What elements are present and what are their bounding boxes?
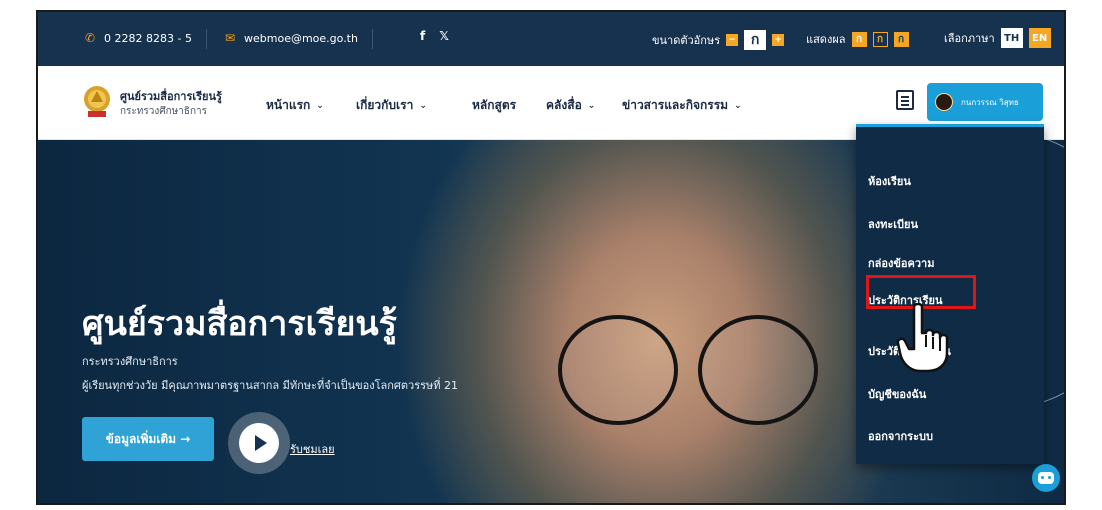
language-label: เลือกภาษา bbox=[944, 32, 995, 45]
font-increase-button[interactable]: + bbox=[772, 34, 785, 46]
document-icon[interactable] bbox=[896, 90, 914, 110]
chatbot-button[interactable] bbox=[1032, 464, 1060, 492]
robot-icon bbox=[1038, 472, 1054, 484]
font-normal-button[interactable]: ก bbox=[744, 30, 767, 50]
language-selector: เลือกภาษา TH EN bbox=[944, 28, 1051, 48]
font-size-control: ขนาดตัวอักษร − ก + bbox=[652, 30, 785, 50]
nav-news-label: ข่าวสารและกิจกรรม bbox=[622, 98, 729, 112]
menu-item-register[interactable]: ลงทะเบียน bbox=[868, 215, 918, 233]
email-contact[interactable]: ✉ webmoe@moe.go.th bbox=[222, 30, 358, 46]
nav-media-library[interactable]: คลังสื่อ ⌄ bbox=[546, 96, 595, 115]
nav-about-label: เกี่ยวกับเรา bbox=[356, 98, 414, 112]
chevron-down-icon: ⌄ bbox=[734, 100, 742, 111]
display-contrast-3-button[interactable]: ก bbox=[893, 31, 909, 47]
nav-curriculum-label: หลักสูตร bbox=[472, 98, 517, 112]
menu-item-logout[interactable]: ออกจากระบบ bbox=[868, 427, 933, 445]
user-menu-button[interactable]: กนกวรรณ วิสุทธ bbox=[927, 83, 1043, 121]
social-links: f 𝕏 bbox=[420, 29, 449, 43]
avatar bbox=[935, 93, 953, 111]
nav-about[interactable]: เกี่ยวกับเรา ⌄ bbox=[356, 96, 427, 115]
email-address: webmoe@moe.go.th bbox=[244, 31, 358, 45]
hero-image-glasses bbox=[698, 315, 818, 425]
facebook-icon[interactable]: f bbox=[420, 29, 425, 43]
menu-item-my-account[interactable]: บัญชีของฉัน bbox=[868, 385, 926, 403]
menu-item-inbox[interactable]: กล่องข้อความ bbox=[868, 254, 934, 272]
nav-curriculum[interactable]: หลักสูตร bbox=[472, 96, 516, 115]
display-label: แสดงผล bbox=[806, 33, 846, 46]
chevron-down-icon: ⌄ bbox=[316, 100, 324, 111]
phone-number: 0 2282 8283 - 5 bbox=[104, 31, 192, 45]
site-title: ศูนย์รวมสื่อการเรียนรู้ bbox=[120, 90, 222, 103]
nav-news[interactable]: ข่าวสารและกิจกรรม ⌄ bbox=[622, 96, 742, 115]
mail-icon: ✉ bbox=[224, 31, 236, 45]
play-video-button[interactable] bbox=[228, 412, 290, 474]
watch-now-link[interactable]: รับชมเลย bbox=[290, 440, 335, 458]
display-contrast-1-button[interactable]: ก bbox=[851, 31, 867, 47]
lang-th-button[interactable]: TH bbox=[1000, 28, 1023, 48]
phone-icon: ✆ bbox=[84, 31, 96, 45]
user-name: กนกวรรณ วิสุทธ bbox=[961, 97, 1019, 107]
site-subtitle: กระทรวงศึกษาธิการ bbox=[120, 106, 208, 117]
top-info-bar: ✆ 0 2282 8283 - 5 ✉ webmoe@moe.go.th f 𝕏… bbox=[38, 12, 1064, 66]
twitter-icon[interactable]: 𝕏 bbox=[439, 29, 449, 43]
nav-home[interactable]: หน้าแรก ⌄ bbox=[266, 96, 324, 115]
font-size-label: ขนาดตัวอักษร bbox=[652, 34, 721, 47]
nav-home-label: หน้าแรก bbox=[266, 98, 311, 112]
menu-item-classroom[interactable]: ห้องเรียน bbox=[868, 172, 911, 190]
hero-tagline: ผู้เรียนทุกช่วงวัย มีคุณภาพมาตรฐานสากล ม… bbox=[82, 379, 459, 392]
more-info-button[interactable]: ข้อมูลเพิ่มเติม → bbox=[82, 417, 214, 461]
phone-contact[interactable]: ✆ 0 2282 8283 - 5 bbox=[82, 30, 192, 46]
lang-en-button[interactable]: EN bbox=[1028, 28, 1051, 48]
hero-image-glasses bbox=[558, 315, 678, 425]
display-contrast-2-button[interactable]: ก bbox=[872, 31, 888, 47]
hero-title: ศูนย์รวมสื่อการเรียนรู้ bbox=[82, 304, 397, 344]
play-icon bbox=[239, 423, 279, 463]
divider bbox=[206, 29, 207, 49]
browser-viewport: ✆ 0 2282 8283 - 5 ✉ webmoe@moe.go.th f 𝕏… bbox=[36, 10, 1066, 505]
chevron-down-icon: ⌄ bbox=[587, 100, 596, 111]
ministry-logo-icon[interactable] bbox=[82, 84, 112, 120]
nav-media-library-label: คลังสื่อ bbox=[546, 98, 582, 112]
user-dropdown-menu: ห้องเรียน ลงทะเบียน กล่องข้อความ ประวัติ… bbox=[856, 124, 1044, 464]
font-decrease-button[interactable]: − bbox=[726, 34, 739, 46]
hero-subtitle: กระทรวงศึกษาธิการ bbox=[82, 355, 178, 368]
divider bbox=[372, 29, 373, 49]
chevron-down-icon: ⌄ bbox=[419, 100, 427, 111]
display-control: แสดงผล ก ก ก bbox=[806, 30, 909, 48]
pointer-hand-icon bbox=[896, 303, 949, 373]
